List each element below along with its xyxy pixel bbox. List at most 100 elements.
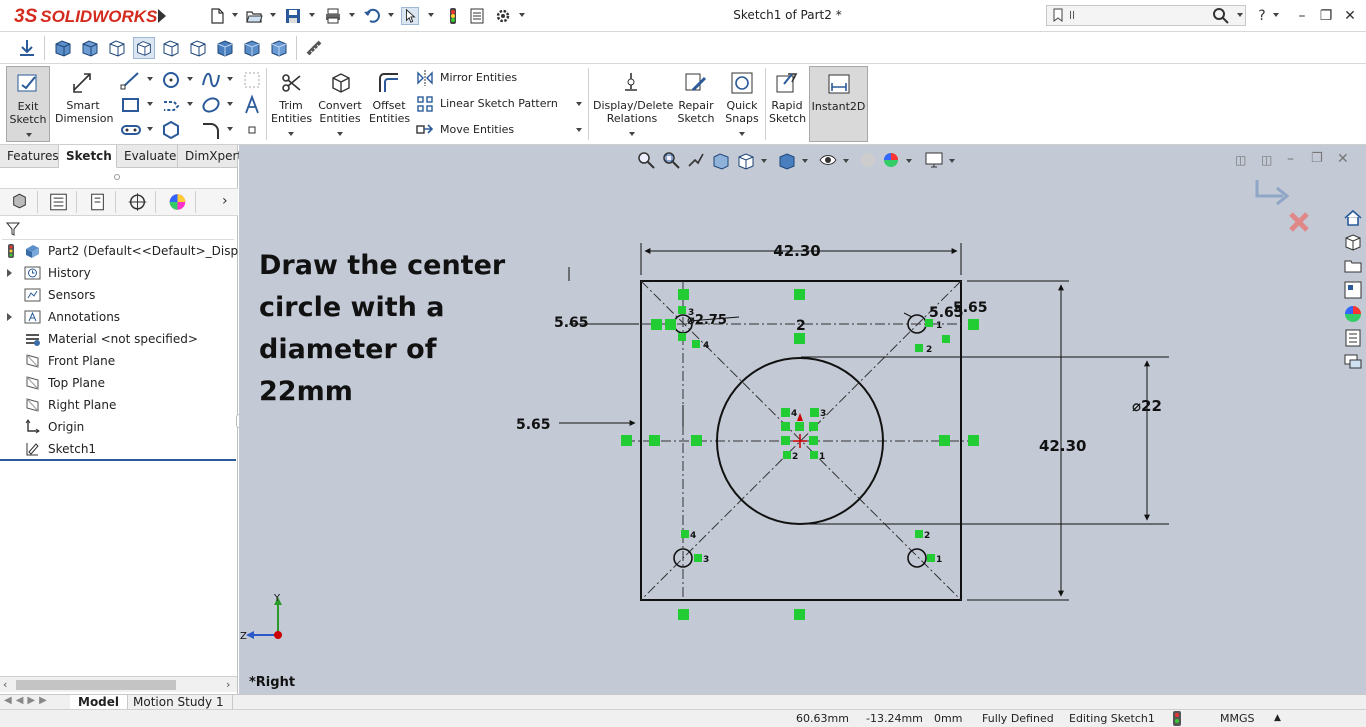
relation-marker[interactable] [795, 422, 804, 431]
move-dropdown-icon[interactable] [576, 128, 582, 132]
trim-entities-button[interactable]: Trim Entities [270, 66, 312, 142]
search-dropdown-icon[interactable] [1237, 13, 1243, 17]
polygon-tool-icon[interactable] [160, 119, 182, 141]
custom-properties-icon[interactable] [1343, 328, 1363, 348]
insert-arrow-icon[interactable] [16, 37, 38, 59]
box-view-icon-5[interactable] [160, 37, 182, 59]
dimxpert-manager-tab-icon[interactable] [120, 191, 156, 213]
relation-marker[interactable] [939, 435, 950, 446]
box-view-icon-1[interactable] [52, 37, 74, 59]
relation-marker[interactable] [678, 289, 689, 300]
tab-model[interactable]: Model [70, 695, 129, 710]
solidworks-resources-home-icon[interactable] [1343, 208, 1363, 228]
print-dropdown-icon[interactable] [349, 13, 355, 17]
expand-icon[interactable] [7, 269, 12, 277]
tab-evaluate[interactable]: Evaluate [117, 145, 178, 168]
offset-entities-button[interactable]: Offset Entities [368, 66, 410, 142]
relation-marker[interactable] [810, 451, 818, 459]
ellipse-tool-icon[interactable] [200, 94, 222, 116]
fillet-tool-icon[interactable] [200, 119, 222, 141]
filter-funnel-icon[interactable] [6, 221, 20, 237]
relations-dropdown-icon[interactable] [629, 132, 635, 136]
relation-marker[interactable] [665, 319, 676, 330]
repair-sketch-button[interactable]: Repair Sketch [676, 66, 716, 142]
quick-snaps-dropdown-icon[interactable] [739, 132, 745, 136]
text-tool-icon[interactable] [241, 94, 263, 116]
measure-tool-icon[interactable] [303, 37, 325, 59]
relation-marker[interactable] [694, 554, 702, 562]
relation-marker[interactable] [781, 436, 790, 445]
options-dropdown-icon[interactable] [519, 13, 525, 17]
save-dropdown-icon[interactable] [309, 13, 315, 17]
trim-dropdown-icon[interactable] [288, 132, 294, 136]
new-document-icon[interactable] [208, 7, 226, 25]
relation-marker[interactable] [621, 435, 632, 446]
relation-marker[interactable] [968, 435, 979, 446]
options-gear-icon[interactable] [494, 7, 512, 25]
save-icon[interactable] [284, 7, 302, 25]
rapid-sketch-button[interactable]: Rapid Sketch [768, 66, 806, 142]
pattern-dropdown-icon[interactable] [576, 102, 582, 106]
move-entities-button[interactable]: Move Entities [416, 119, 514, 141]
circle-tool-icon[interactable] [160, 69, 182, 91]
slot-tool-icon[interactable] [160, 94, 182, 116]
dimension-height[interactable]: 42.30 [1039, 437, 1086, 455]
units-up-icon[interactable]: ▲ [1274, 713, 1281, 723]
relation-marker[interactable] [942, 335, 950, 343]
normal-to-icon[interactable] [133, 37, 155, 59]
horizontal-scrollbar[interactable]: ‹ › [0, 676, 237, 692]
panel-grip-icon[interactable] [114, 174, 120, 180]
shaded-cube-icon-3[interactable] [268, 37, 290, 59]
exit-sketch-dropdown-icon[interactable] [26, 133, 32, 137]
scroll-thumb[interactable] [16, 680, 176, 690]
relation-marker[interactable] [927, 554, 935, 562]
relation-marker[interactable] [781, 408, 790, 417]
relation-marker[interactable] [691, 435, 702, 446]
relation-marker[interactable] [692, 340, 700, 348]
relation-marker[interactable] [794, 333, 805, 344]
configuration-manager-tab-icon[interactable] [80, 191, 116, 213]
ellipse-dropdown-icon[interactable] [227, 102, 233, 106]
spline-tool-icon[interactable] [200, 69, 222, 91]
dimension-offset-right-top-2[interactable]: 5.65 [953, 300, 988, 316]
search-scope-icon[interactable] [1051, 8, 1065, 22]
appearances-scenes-icon[interactable] [1343, 304, 1363, 324]
box-view-icon-3[interactable] [106, 37, 128, 59]
shaded-cube-icon-1[interactable] [214, 37, 236, 59]
restore-icon[interactable]: ❐ [1316, 6, 1336, 26]
relation-marker[interactable] [781, 422, 790, 431]
relation-marker[interactable] [783, 451, 791, 459]
relation-marker[interactable] [651, 319, 662, 330]
box-view-icon-2[interactable] [79, 37, 101, 59]
line-tool-icon[interactable] [120, 69, 142, 91]
box-view-icon-6[interactable] [187, 37, 209, 59]
relation-marker[interactable] [678, 609, 689, 620]
rebuild-traffic-light-icon[interactable] [444, 7, 462, 25]
status-units[interactable]: MMGS [1220, 712, 1255, 725]
menu-expand-icon[interactable] [158, 9, 166, 23]
dimension-width[interactable]: 42.30 [773, 242, 820, 260]
tab-features[interactable]: Features [0, 145, 59, 168]
point-tool-icon[interactable] [241, 119, 263, 141]
minimize-icon[interactable]: – [1292, 6, 1312, 26]
select-dropdown-icon[interactable] [428, 13, 434, 17]
slot-straight-icon[interactable] [120, 119, 142, 141]
graphics-area[interactable]: ◫ ◫ – ❐ ✕ Draw the center circle with a … [239, 145, 1366, 694]
relation-marker[interactable] [678, 306, 686, 314]
instant2d-button[interactable]: Instant2D [809, 66, 868, 142]
rebuild-status-icon[interactable] [1172, 711, 1182, 726]
relation-marker[interactable] [681, 530, 689, 538]
relation-marker[interactable] [915, 344, 923, 352]
spline-dropdown-icon[interactable] [227, 77, 233, 81]
linear-sketch-pattern-button[interactable]: Linear Sketch Pattern [416, 93, 558, 115]
convert-dropdown-icon[interactable] [337, 132, 343, 136]
convert-entities-button[interactable]: Convert Entities [316, 66, 364, 142]
scroll-left-icon[interactable]: ‹ [3, 678, 7, 691]
tab-sketch[interactable]: Sketch [59, 145, 117, 168]
search-icon[interactable] [1212, 7, 1230, 25]
tab-motion-study[interactable]: Motion Study 1 [125, 695, 233, 710]
open-folder-icon[interactable] [245, 7, 263, 25]
relation-marker[interactable] [794, 609, 805, 620]
undo-dropdown-icon[interactable] [388, 13, 394, 17]
file-explorer-icon[interactable] [1343, 256, 1363, 276]
